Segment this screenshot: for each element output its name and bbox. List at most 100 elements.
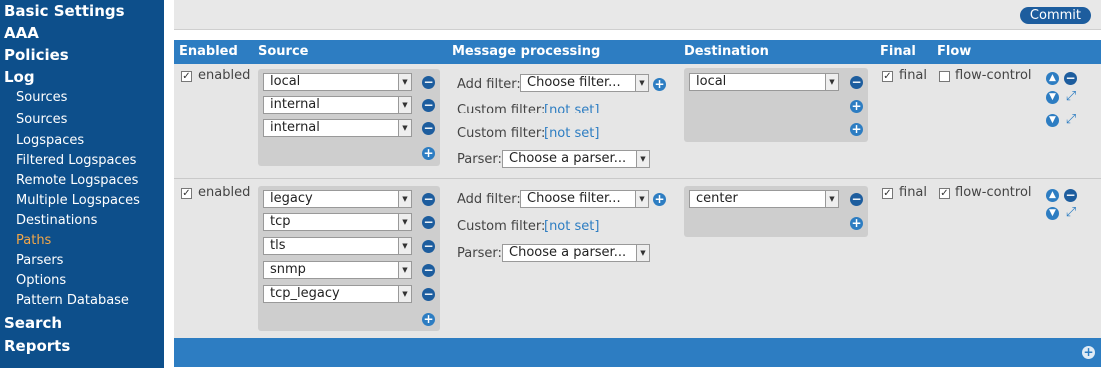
triangle-down-icon: ▼: [636, 245, 649, 261]
arrow-down-icon[interactable]: ▼: [1046, 114, 1059, 127]
source-select-value: internal: [270, 97, 320, 112]
table-header: Enabled Source Message processing Destin…: [174, 40, 1101, 64]
enabled-label: enabled: [198, 185, 251, 200]
source-select[interactable]: tcp_legacy ▼: [263, 285, 412, 303]
triangle-down-icon: ▼: [635, 191, 648, 207]
parser-label: Parser:: [457, 246, 502, 261]
source-select-value: snmp: [270, 262, 306, 277]
plus-circle-icon[interactable]: +: [653, 78, 666, 91]
header-destination: Destination: [684, 44, 769, 59]
arrow-down-icon[interactable]: ▼: [1046, 91, 1059, 104]
main-content: Commit Enabled Source Message processing…: [164, 0, 1101, 368]
minus-circle-icon[interactable]: −: [850, 76, 863, 89]
triangle-down-icon: ▼: [398, 120, 411, 136]
minus-circle-icon[interactable]: −: [422, 216, 435, 229]
destination-select[interactable]: center ▼: [689, 190, 839, 208]
nav-log-remote-logspaces[interactable]: Remote Logspaces: [16, 173, 138, 188]
source-select[interactable]: tcp ▼: [263, 213, 412, 231]
nav-log-filtered-logspaces[interactable]: Filtered Logspaces: [16, 153, 136, 168]
parser-select[interactable]: Choose a parser... ▼: [502, 244, 650, 262]
enabled-checkbox[interactable]: ✓: [181, 188, 192, 199]
enabled-checkbox[interactable]: ✓: [181, 71, 192, 82]
minus-circle-icon[interactable]: −: [1064, 72, 1077, 85]
custom-filter-link[interactable]: [not set]: [544, 103, 599, 113]
parser-select-value: Choose a parser...: [509, 151, 627, 166]
plus-circle-icon[interactable]: +: [422, 147, 435, 160]
triangle-down-icon: ▼: [398, 286, 411, 302]
final-label: final: [899, 185, 928, 200]
minus-circle-icon[interactable]: −: [422, 264, 435, 277]
source-select[interactable]: internal ▼: [263, 96, 412, 114]
nav-log-pattern-database[interactable]: Pattern Database: [16, 293, 129, 308]
nav-log-sources[interactable]: Sources: [16, 90, 67, 105]
paths-panel: Enabled Source Message processing Destin…: [174, 40, 1101, 367]
expand-icon[interactable]: ⤢: [1064, 206, 1078, 220]
nav-log-sources-2[interactable]: Sources: [16, 112, 67, 127]
minus-circle-icon[interactable]: −: [422, 99, 435, 112]
triangle-down-icon: ▼: [398, 74, 411, 90]
nav-search[interactable]: Search: [4, 314, 62, 332]
expand-icon[interactable]: ⤢: [1064, 90, 1078, 104]
commit-button[interactable]: Commit: [1019, 7, 1091, 24]
plus-circle-icon[interactable]: +: [850, 123, 863, 136]
custom-filter-label: Custom filter:: [457, 219, 546, 234]
nav-log-destinations[interactable]: Destinations: [16, 213, 97, 228]
filter-select-value: Choose filter...: [527, 191, 621, 206]
header-source: Source: [258, 44, 309, 59]
minus-circle-icon[interactable]: −: [422, 193, 435, 206]
custom-filter-link[interactable]: [not set]: [544, 126, 599, 141]
flow-control-checkbox[interactable]: [939, 71, 950, 82]
plus-circle-icon[interactable]: +: [653, 193, 666, 206]
triangle-down-icon: ▼: [825, 191, 838, 207]
filter-select[interactable]: Choose filter... ▼: [520, 74, 649, 92]
filter-select-value: Choose filter...: [527, 75, 621, 90]
nav-log-logspaces[interactable]: Logspaces: [16, 133, 84, 148]
add-path-plus-icon[interactable]: +: [1082, 346, 1095, 359]
source-select-value: tcp: [270, 214, 291, 229]
header-final: Final: [880, 44, 916, 59]
source-select[interactable]: internal ▼: [263, 119, 412, 137]
nav-basic-settings[interactable]: Basic Settings: [4, 2, 125, 20]
destination-select[interactable]: local ▼: [689, 73, 839, 91]
minus-circle-icon[interactable]: −: [422, 122, 435, 135]
nav-log-multiple-logspaces[interactable]: Multiple Logspaces: [16, 193, 140, 208]
source-select[interactable]: local ▼: [263, 73, 412, 91]
header-enabled: Enabled: [179, 44, 238, 59]
expand-icon[interactable]: ⤢: [1064, 113, 1078, 127]
source-select-value: local: [270, 74, 301, 89]
custom-filter-link[interactable]: [not set]: [544, 219, 599, 234]
minus-circle-icon[interactable]: −: [422, 76, 435, 89]
source-select[interactable]: snmp ▼: [263, 261, 412, 279]
source-select[interactable]: legacy ▼: [263, 190, 412, 208]
arrow-up-icon[interactable]: ▲: [1046, 189, 1059, 202]
parser-label: Parser:: [457, 152, 502, 167]
flow-control-checkbox[interactable]: ✓: [939, 188, 950, 199]
minus-circle-icon[interactable]: −: [850, 193, 863, 206]
source-select-value: tls: [270, 238, 286, 253]
arrow-down-icon[interactable]: ▼: [1046, 207, 1059, 220]
triangle-down-icon: ▼: [398, 238, 411, 254]
plus-circle-icon[interactable]: +: [850, 100, 863, 113]
plus-circle-icon[interactable]: +: [422, 313, 435, 326]
source-select[interactable]: tls ▼: [263, 237, 412, 255]
nav-aaa[interactable]: AAA: [4, 24, 39, 42]
nav-log-paths[interactable]: Paths: [16, 233, 51, 248]
nav-log-parsers[interactable]: Parsers: [16, 253, 63, 268]
header-message-processing: Message processing: [452, 44, 601, 59]
nav-policies[interactable]: Policies: [4, 46, 69, 64]
nav-log-options[interactable]: Options: [16, 273, 66, 288]
header-flow: Flow: [937, 44, 972, 59]
final-checkbox[interactable]: ✓: [882, 71, 893, 82]
destination-select-value: center: [696, 191, 738, 206]
nav-reports[interactable]: Reports: [4, 337, 70, 355]
final-checkbox[interactable]: ✓: [882, 188, 893, 199]
parser-select[interactable]: Choose a parser... ▼: [502, 150, 650, 168]
plus-circle-icon[interactable]: +: [850, 217, 863, 230]
filter-select[interactable]: Choose filter... ▼: [520, 190, 649, 208]
nav-log[interactable]: Log: [4, 68, 35, 86]
panel-footer: +: [174, 338, 1101, 367]
minus-circle-icon[interactable]: −: [422, 240, 435, 253]
minus-circle-icon[interactable]: −: [422, 288, 435, 301]
arrow-up-icon[interactable]: ▲: [1046, 72, 1059, 85]
minus-circle-icon[interactable]: −: [1064, 189, 1077, 202]
